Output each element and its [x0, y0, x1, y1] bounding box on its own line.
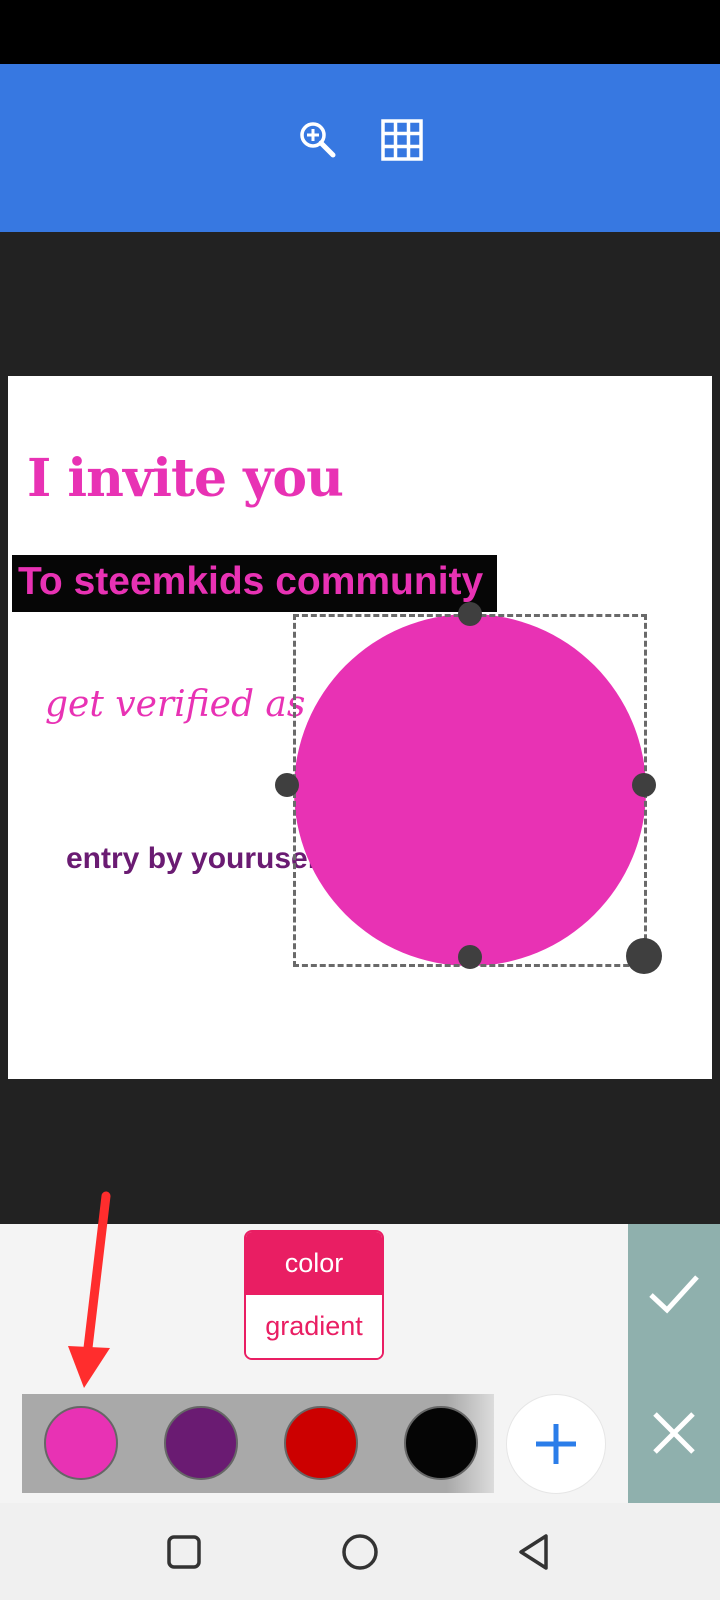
selection-box	[293, 614, 647, 967]
zoom-in-icon[interactable]	[296, 118, 340, 162]
grid-icon[interactable]	[380, 118, 424, 162]
right-resize-handle[interactable]	[632, 773, 656, 797]
red-arrow-annotation	[68, 1191, 111, 1388]
add-color-button[interactable]	[506, 1394, 606, 1494]
corner-resize-handle[interactable]	[626, 938, 662, 974]
invite-text[interactable]: I invite you	[27, 448, 344, 509]
status-bar	[0, 0, 720, 64]
system-navigation-bar	[0, 1503, 720, 1600]
back-icon[interactable]	[512, 1529, 558, 1575]
bottom-resize-handle[interactable]	[458, 945, 482, 969]
close-icon	[653, 1411, 695, 1454]
swatch-purple[interactable]	[164, 1406, 238, 1480]
home-icon[interactable]	[337, 1529, 383, 1575]
color-swatch-strip	[22, 1394, 494, 1493]
top-toolbar	[0, 64, 720, 232]
cancel-button[interactable]	[628, 1363, 720, 1502]
entry-text[interactable]: entry by youruser	[66, 842, 319, 876]
confirm-button[interactable]	[628, 1224, 720, 1363]
swatch-red[interactable]	[284, 1406, 358, 1480]
check-icon	[649, 1274, 699, 1314]
tab-color[interactable]: color	[246, 1232, 382, 1295]
swatch-black[interactable]	[404, 1406, 478, 1480]
recents-icon[interactable]	[161, 1529, 207, 1575]
action-column	[628, 1224, 720, 1503]
community-text[interactable]: To steemkids community	[18, 560, 483, 604]
plus-icon	[536, 1424, 576, 1464]
tab-gradient[interactable]: gradient	[246, 1295, 382, 1358]
design-canvas[interactable]: I invite you To steemkids community get …	[8, 376, 712, 1079]
top-resize-handle[interactable]	[458, 602, 482, 626]
left-resize-handle[interactable]	[275, 773, 299, 797]
swatch-pink[interactable]	[44, 1406, 118, 1480]
style-tabs: color gradient	[244, 1230, 384, 1360]
